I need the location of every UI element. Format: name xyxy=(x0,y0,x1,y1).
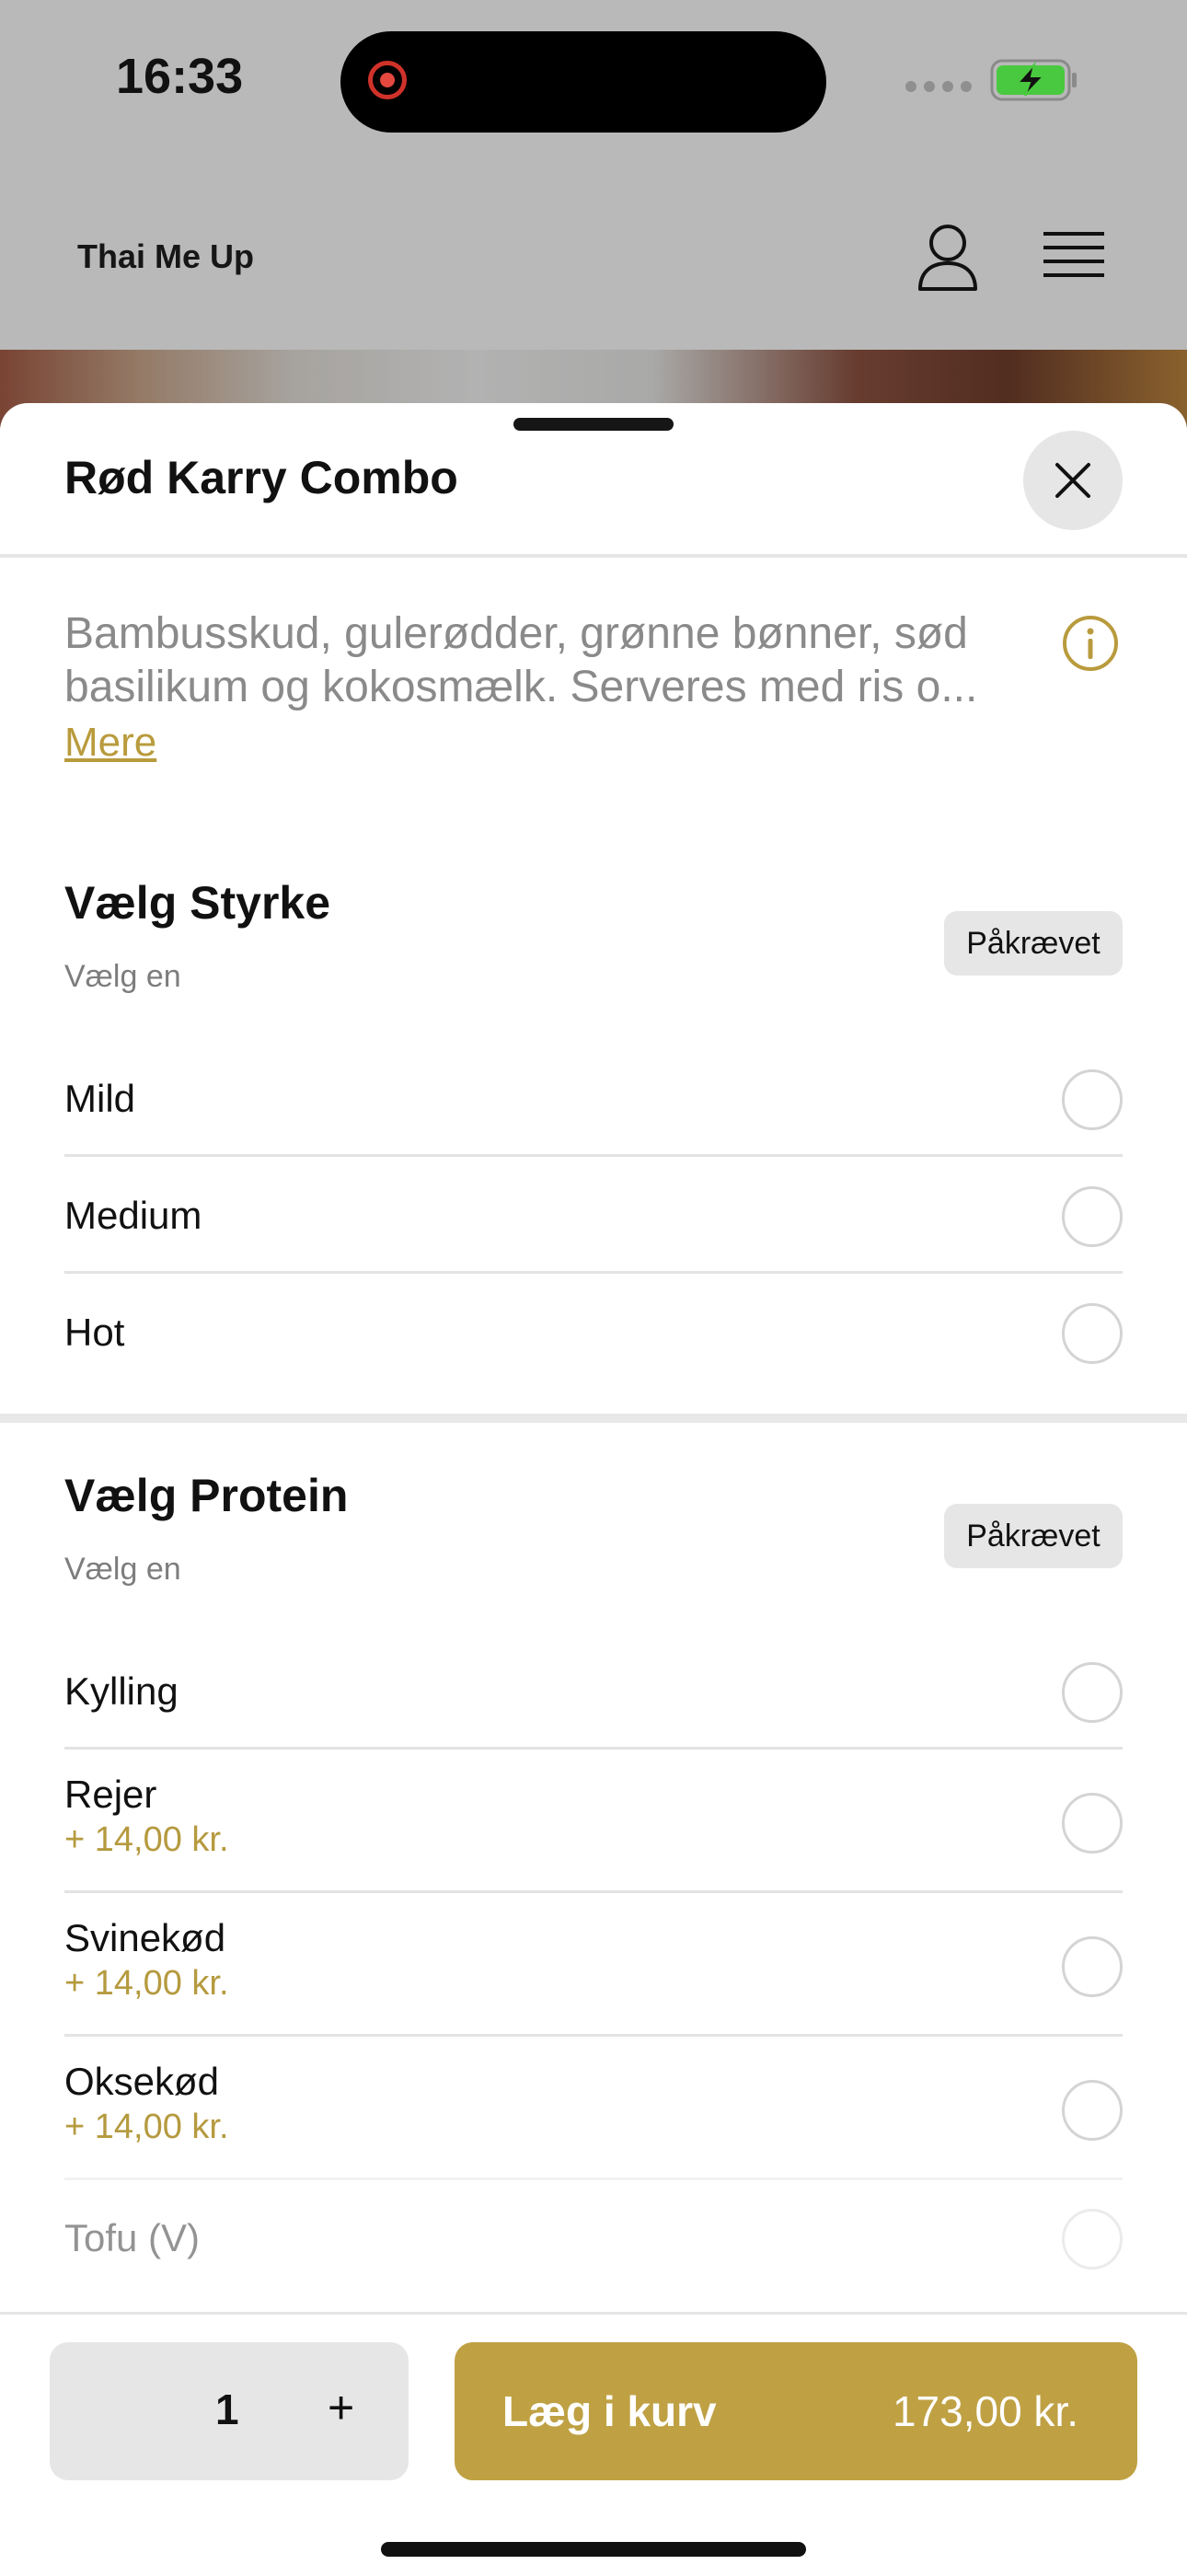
radio-button[interactable] xyxy=(1062,1793,1123,1854)
required-badge: Påkrævet xyxy=(944,911,1123,976)
radio-button[interactable] xyxy=(1062,1303,1123,1364)
option-label: Medium xyxy=(64,1194,202,1237)
option-label: Svinekød xyxy=(64,1916,226,1959)
option-label: Kylling xyxy=(64,1669,179,1713)
restaurant-name: Thai Me Up xyxy=(77,237,255,275)
radio-button[interactable] xyxy=(1062,1069,1123,1130)
row-divider xyxy=(64,1154,1123,1157)
option-hot[interactable]: Hot xyxy=(64,1303,1123,1364)
info-icon[interactable] xyxy=(1062,615,1119,676)
row-divider xyxy=(64,1747,1123,1750)
quantity-stepper[interactable]: 1 + xyxy=(50,2342,409,2480)
row-divider xyxy=(64,2177,1123,2180)
description-line: Bambusskud, gulerødder, grønne bønner, s… xyxy=(64,609,968,658)
sheet-grabber[interactable] xyxy=(513,418,674,431)
required-badge: Påkrævet xyxy=(944,1504,1123,1568)
option-label: Hot xyxy=(64,1311,125,1354)
add-to-cart-label: Læg i kurv xyxy=(502,2387,717,2435)
option-tofu[interactable]: Tofu (V) xyxy=(64,2209,1123,2270)
status-time: 16:33 xyxy=(116,49,244,104)
item-description: Bambusskud, gulerødder, grønne bønner, s… xyxy=(64,607,1049,714)
option-label: Oksekød xyxy=(64,2060,220,2103)
section-title-protein: Vælg Protein xyxy=(64,1470,349,1521)
dynamic-island xyxy=(340,31,826,133)
option-oksekod[interactable]: Oksekød + 14,00 kr. xyxy=(64,2060,1123,2152)
bottom-action-bar: 1 + Læg i kurv 173,00 kr. xyxy=(0,2312,1187,2576)
radio-button[interactable] xyxy=(1062,1186,1123,1247)
option-price: + 14,00 kr. xyxy=(64,1964,229,2003)
radio-button[interactable] xyxy=(1062,1662,1123,1723)
section-subtitle: Vælg en xyxy=(64,959,181,994)
increment-button[interactable]: + xyxy=(328,2381,354,2434)
home-indicator xyxy=(381,2542,806,2557)
option-price: + 14,00 kr. xyxy=(64,1820,229,1859)
option-mild[interactable]: Mild xyxy=(64,1069,1123,1130)
option-price: + 14,00 kr. xyxy=(64,2108,229,2146)
more-link[interactable]: Mere xyxy=(64,720,156,766)
row-divider xyxy=(64,2034,1123,2037)
total-price: 173,00 kr. xyxy=(892,2387,1078,2435)
quantity-value: 1 xyxy=(215,2385,239,2433)
option-svinekod[interactable]: Svinekød + 14,00 kr. xyxy=(64,1916,1123,2008)
battery-charging-icon xyxy=(990,59,1078,106)
item-title: Rød Karry Combo xyxy=(64,452,458,503)
row-divider xyxy=(64,1271,1123,1274)
radio-button[interactable] xyxy=(1062,2080,1123,2141)
option-medium[interactable]: Medium xyxy=(64,1186,1123,1247)
row-divider xyxy=(64,1890,1123,1893)
option-label: Mild xyxy=(64,1077,136,1120)
section-title-styrke: Vælg Styrke xyxy=(64,877,331,929)
option-label: Tofu (V) xyxy=(64,2216,201,2259)
divider xyxy=(0,554,1187,558)
signal-icon xyxy=(905,81,972,92)
section-subtitle: Vælg en xyxy=(64,1552,181,1587)
option-kylling[interactable]: Kylling xyxy=(64,1662,1123,1723)
option-label: Rejer xyxy=(64,1773,157,1816)
item-detail-sheet: Rød Karry Combo Bambusskud, gulerødder, … xyxy=(0,403,1187,2573)
description-line: basilikum og kokosmælk. Serveres med ris… xyxy=(64,663,978,711)
person-icon[interactable] xyxy=(916,223,979,297)
option-rejer[interactable]: Rejer + 14,00 kr. xyxy=(64,1773,1123,1865)
radio-button[interactable] xyxy=(1062,1936,1123,1997)
section-divider xyxy=(0,1414,1187,1423)
recording-indicator-icon xyxy=(368,61,407,99)
menu-icon[interactable] xyxy=(1043,230,1104,286)
radio-button[interactable] xyxy=(1062,2209,1123,2270)
add-to-cart-button[interactable]: Læg i kurv 173,00 kr. xyxy=(455,2342,1137,2480)
close-icon xyxy=(1055,463,1090,498)
close-button[interactable] xyxy=(1023,431,1123,530)
